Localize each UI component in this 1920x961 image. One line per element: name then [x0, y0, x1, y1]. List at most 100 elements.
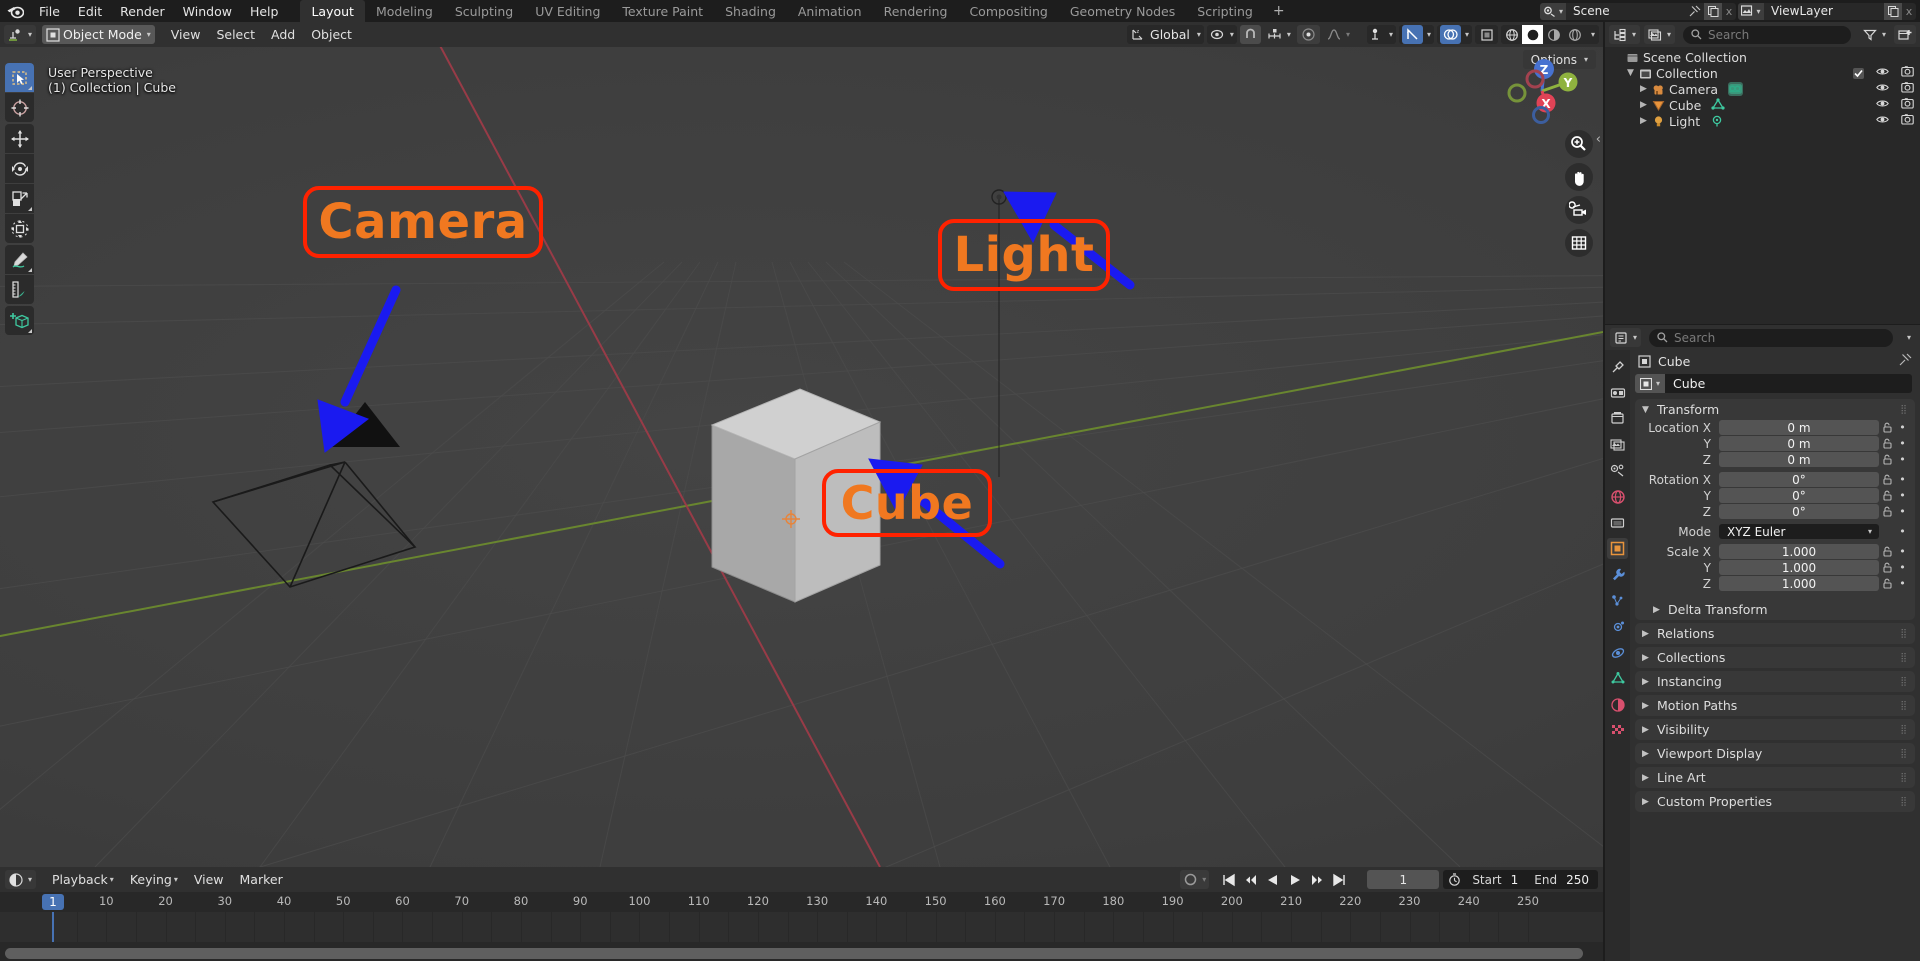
outliner-row-light[interactable]: ▶ Light — [1605, 113, 1920, 129]
falloff-dropdown[interactable]: ▾ — [1323, 25, 1353, 44]
tab-texture[interactable] — [1607, 720, 1628, 741]
funnel-filter-icon[interactable]: ▾ — [1859, 25, 1890, 44]
tab-tool[interactable] — [1607, 356, 1628, 377]
camera-data-icon[interactable] — [1728, 82, 1744, 96]
shading-solid-button[interactable] — [1522, 25, 1543, 44]
shading-dropdown-caret[interactable]: ▾ — [1585, 25, 1599, 44]
outliner-row-collection[interactable]: ▼ Collection — [1605, 65, 1920, 81]
render-visibility-toggle[interactable] — [1901, 65, 1914, 81]
properties-editor-icon[interactable]: ▾ — [1610, 328, 1642, 347]
scene-selector[interactable]: ▾ Scene x — [1540, 2, 1736, 20]
current-frame-field[interactable]: 1 — [1367, 870, 1440, 889]
lock-icon[interactable] — [1879, 474, 1896, 485]
transform-orientation-dropdown[interactable]: z Global ▾ — [1127, 25, 1204, 44]
properties-search-input[interactable]: Search — [1649, 328, 1893, 347]
workspace-tab-compositing[interactable]: Compositing — [958, 0, 1058, 22]
tool-transform[interactable] — [5, 214, 34, 243]
animate-property-dot-icon[interactable]: • — [1896, 561, 1909, 574]
property-value-field[interactable]: 1.000 — [1719, 544, 1879, 559]
auto-keying-toggle[interactable]: ▾ — [1180, 870, 1210, 889]
panel-instancing[interactable]: ▶ Instancing ⣿ — [1635, 671, 1915, 692]
viewport-menu-object[interactable]: Object — [303, 25, 360, 44]
rotation-mode-dropdown[interactable]: XYZ Euler ▾ — [1719, 524, 1879, 539]
property-value-field[interactable]: 0 m — [1719, 436, 1879, 451]
play-reverse-button[interactable] — [1263, 870, 1283, 889]
panel-motion-paths[interactable]: ▶ Motion Paths ⣿ — [1635, 695, 1915, 716]
object-mode-dropdown[interactable]: Object Mode ▾ — [42, 25, 155, 44]
render-visibility-toggle[interactable] — [1901, 81, 1914, 97]
tool-rotate[interactable] — [5, 154, 34, 183]
duplicate-icon[interactable] — [1884, 2, 1902, 20]
collection-checkbox[interactable] — [1853, 67, 1864, 79]
timeline-menu-marker[interactable]: Marker — [232, 870, 291, 889]
lock-icon[interactable] — [1879, 454, 1896, 465]
tab-view-layer[interactable] — [1607, 434, 1628, 455]
workspace-tab-rendering[interactable]: Rendering — [873, 0, 959, 22]
lock-icon[interactable] — [1879, 422, 1896, 433]
menu-help[interactable]: Help — [241, 0, 288, 22]
workspace-tab-uv-editing[interactable]: UV Editing — [524, 0, 611, 22]
outliner-row-cube[interactable]: ▶ Cube — [1605, 97, 1920, 113]
viewlayer-name[interactable]: ViewLayer — [1764, 4, 1884, 18]
jump-to-endpoint-end-button[interactable] — [1329, 870, 1349, 889]
frame-range-group[interactable]: Start 1 End 250 — [1443, 870, 1598, 889]
jump-to-keyframe-next-button[interactable] — [1307, 870, 1327, 889]
panel-relations[interactable]: ▶ Relations ⣿ — [1635, 623, 1915, 644]
animate-property-dot-icon[interactable]: • — [1896, 545, 1909, 558]
panel-header[interactable]: ▶ Motion Paths ⣿ — [1635, 695, 1915, 716]
chevron-right-icon[interactable]: ▶ — [1637, 84, 1650, 94]
shading-material-button[interactable] — [1543, 25, 1564, 44]
panel-line-art[interactable]: ▶ Line Art ⣿ — [1635, 767, 1915, 788]
tool-cursor[interactable] — [5, 93, 34, 122]
zoom-view-button[interactable] — [1565, 130, 1593, 158]
tab-world[interactable] — [1607, 486, 1628, 507]
panel-header[interactable]: ▶ Line Art ⣿ — [1635, 767, 1915, 788]
menu-window[interactable]: Window — [174, 0, 241, 22]
workspace-tab-animation[interactable]: Animation — [787, 0, 873, 22]
panel-header[interactable]: ▶ Relations ⣿ — [1635, 623, 1915, 644]
tab-material[interactable] — [1607, 694, 1628, 715]
animate-property-dot-icon[interactable]: • — [1896, 473, 1909, 486]
panel-header[interactable]: ▶ Collections ⣿ — [1635, 647, 1915, 668]
lock-icon[interactable] — [1879, 506, 1896, 517]
pivot-point-dropdown[interactable]: ▾ — [1206, 25, 1237, 44]
property-value-field[interactable]: 1.000 — [1719, 560, 1879, 575]
viewport-menu-add[interactable]: Add — [263, 25, 303, 44]
timeline-menu-keying[interactable]: Keying ▾ — [122, 870, 186, 889]
lock-icon[interactable] — [1879, 578, 1896, 589]
tool-annotate[interactable] — [5, 245, 34, 274]
property-value-field[interactable]: 1.000 — [1719, 576, 1879, 591]
timeline-horizontal-scrollbar[interactable] — [5, 948, 1583, 959]
xray-toggle-button[interactable] — [1475, 25, 1498, 44]
tab-collection[interactable] — [1607, 512, 1628, 533]
timeline-track-area[interactable] — [0, 912, 1603, 942]
play-button[interactable] — [1285, 870, 1305, 889]
add-workspace-button[interactable]: + — [1264, 0, 1294, 22]
animate-property-dot-icon[interactable]: • — [1896, 421, 1909, 434]
delta-transform-subpanel[interactable]: ▶ Delta Transform — [1635, 599, 1915, 620]
visibility-eye-toggle[interactable] — [1876, 81, 1889, 97]
tab-scene[interactable] — [1607, 460, 1628, 481]
workspace-tab-layout[interactable]: Layout — [300, 0, 365, 22]
new-collection-icon[interactable] — [1894, 25, 1916, 44]
chevron-right-icon[interactable]: ▶ — [1637, 116, 1650, 126]
shading-rendered-button[interactable] — [1564, 25, 1585, 44]
menu-render[interactable]: Render — [111, 0, 174, 22]
panel-custom-properties[interactable]: ▶ Custom Properties ⣿ — [1635, 791, 1915, 812]
animate-property-dot-icon[interactable]: • — [1896, 453, 1909, 466]
object-name-value[interactable]: Cube — [1665, 374, 1912, 393]
viewport-menu-view[interactable]: View — [163, 25, 209, 44]
start-frame-value[interactable]: 1 — [1509, 873, 1528, 887]
tab-modifiers[interactable] — [1607, 564, 1628, 585]
pin-icon[interactable] — [1899, 353, 1912, 369]
shading-wireframe-button[interactable] — [1501, 25, 1522, 44]
timeline-playhead[interactable] — [52, 912, 54, 942]
workspace-tab-scripting[interactable]: Scripting — [1186, 0, 1264, 22]
editor-type-3dview-icon[interactable]: ▾ — [4, 25, 37, 44]
object-name-field[interactable]: ▾ Cube — [1635, 374, 1912, 393]
animate-property-dot-icon[interactable]: • — [1896, 505, 1909, 518]
stopwatch-icon[interactable] — [1443, 870, 1465, 889]
pin-icon[interactable] — [1686, 3, 1704, 20]
outliner-row-scene-collection[interactable]: Scene Collection — [1605, 49, 1920, 65]
panel-header[interactable]: ▶ Custom Properties ⣿ — [1635, 791, 1915, 812]
